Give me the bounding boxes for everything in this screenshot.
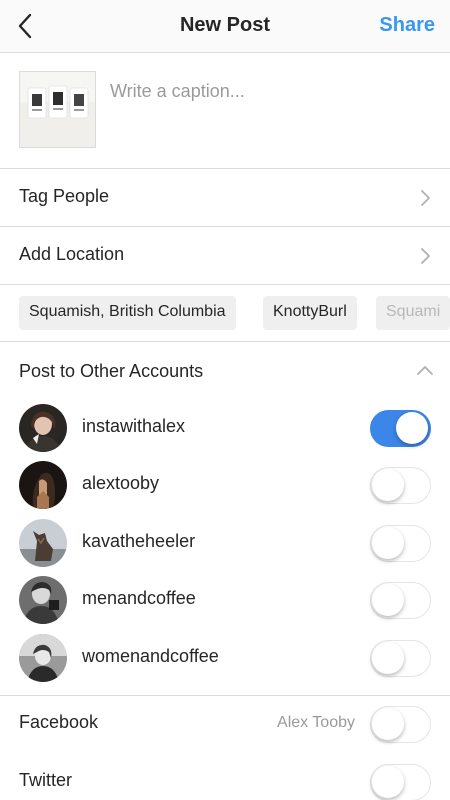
account-row: alextooby — [0, 457, 450, 514]
location-chip[interactable]: Squamish, British Columbia — [19, 296, 236, 330]
avatar — [19, 519, 67, 567]
account-username: menandcoffee — [82, 588, 196, 608]
location-suggestions: Squamish, British Columbia KnottyBurl Sq… — [0, 284, 450, 342]
location-chip[interactable]: Squami — [376, 296, 450, 330]
location-chip[interactable]: KnottyBurl — [263, 296, 357, 330]
account-row: womenandcoffee — [0, 630, 450, 687]
tag-people-label: Tag People — [19, 186, 110, 206]
share-button[interactable]: Share — [379, 14, 435, 37]
chevron-right-icon — [421, 190, 430, 206]
add-location-label: Add Location — [19, 244, 125, 264]
account-toggle[interactable] — [370, 410, 431, 447]
product-photo-image — [20, 72, 95, 147]
account-toggle[interactable] — [370, 525, 431, 562]
account-username: womenandcoffee — [82, 646, 219, 666]
post-to-other-accounts-header[interactable]: Post to Other Accounts — [0, 342, 450, 400]
account-username: instawithalex — [82, 416, 186, 436]
account-username: kavatheheeler — [82, 531, 196, 551]
add-location-row[interactable]: Add Location — [0, 227, 450, 285]
tag-people-row[interactable]: Tag People — [0, 169, 450, 227]
account-toggle[interactable] — [370, 582, 431, 619]
avatar — [19, 634, 67, 682]
caption-section — [0, 53, 450, 169]
account-row: menandcoffee — [0, 572, 450, 629]
top-nav-bar: New Post Share — [0, 0, 450, 53]
facebook-toggle[interactable] — [370, 706, 431, 743]
account-username: alextooby — [82, 473, 160, 493]
avatar — [19, 461, 67, 509]
post-to-other-accounts-label: Post to Other Accounts — [19, 361, 204, 381]
facebook-label: Facebook — [19, 712, 99, 732]
avatar — [19, 404, 67, 452]
post-thumbnail[interactable] — [19, 71, 96, 148]
twitter-share-row: Twitter — [0, 754, 450, 800]
caption-input[interactable] — [110, 81, 430, 102]
avatar — [19, 576, 67, 624]
facebook-share-row: Facebook Alex Tooby — [0, 696, 450, 753]
twitter-label: Twitter — [19, 770, 73, 790]
account-row: instawithalex — [0, 400, 450, 457]
account-row: kavatheheeler — [0, 515, 450, 572]
facebook-account-name: Alex Tooby — [277, 714, 355, 731]
account-toggle[interactable] — [370, 640, 431, 677]
chevron-up-icon[interactable] — [416, 364, 434, 376]
chevron-right-icon — [421, 248, 430, 264]
twitter-toggle[interactable] — [370, 764, 431, 800]
account-toggle[interactable] — [370, 467, 431, 504]
